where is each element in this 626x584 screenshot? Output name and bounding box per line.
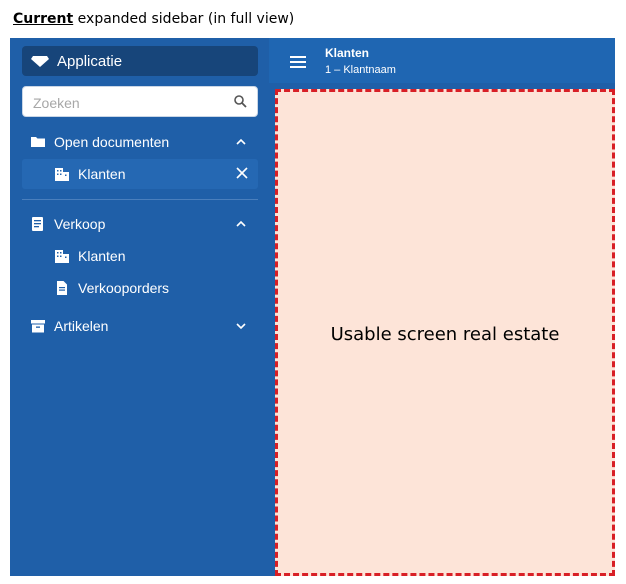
close-icon[interactable] — [236, 167, 248, 179]
building-icon — [55, 168, 69, 181]
page-subtitle: 1 – Klantnaam — [325, 64, 396, 76]
building-icon — [55, 250, 69, 263]
chevron-up-icon[interactable] — [236, 219, 246, 229]
verkoop-label: Verkoop — [54, 216, 106, 232]
chevron-down-icon[interactable] — [236, 321, 246, 331]
sidebar-divider — [22, 199, 258, 200]
page-caption: Current expanded sidebar (in full view) — [13, 11, 294, 27]
sidebar-item-verkooporders[interactable]: Verkooporders — [22, 273, 258, 303]
sidebar-group-artikelen[interactable]: Artikelen — [22, 311, 258, 341]
archive-icon — [31, 320, 45, 333]
sidebar-group-verkoop[interactable]: Verkoop — [22, 209, 258, 239]
open-documents-label: Open documenten — [54, 134, 170, 150]
search-icon[interactable] — [234, 95, 247, 108]
usable-area: Usable screen real estate — [275, 89, 615, 576]
sidebar-item-label: Klanten — [78, 248, 126, 264]
open-document-label: Klanten — [78, 166, 126, 182]
diamond-icon — [31, 56, 49, 67]
sidebar-item-klanten[interactable]: Klanten — [22, 241, 258, 271]
open-document-klanten[interactable]: Klanten — [22, 159, 258, 189]
app-button[interactable]: Applicatie — [22, 46, 258, 76]
sidebar-group-open-documents[interactable]: Open documenten — [22, 127, 258, 157]
usable-area-label: Usable screen real estate — [330, 324, 560, 345]
chevron-up-icon[interactable] — [236, 137, 246, 147]
sidebar: Applicatie Open documenten Klanten — [10, 38, 269, 576]
app-button-label: Applicatie — [57, 52, 123, 70]
folder-icon — [31, 137, 45, 147]
search-box — [22, 86, 258, 118]
search-input[interactable] — [31, 87, 225, 118]
caption-emphasis: Current — [13, 11, 74, 27]
book-icon — [32, 217, 43, 231]
top-bar: Klanten 1 – Klantnaam — [269, 38, 615, 83]
page-title: Klanten — [325, 46, 370, 60]
caption-text: expanded sidebar (in full view) — [73, 11, 295, 27]
hamburger-icon[interactable] — [290, 56, 306, 68]
artikelen-label: Artikelen — [54, 318, 109, 334]
document-icon — [57, 281, 67, 295]
sidebar-item-label: Verkooporders — [78, 280, 170, 296]
